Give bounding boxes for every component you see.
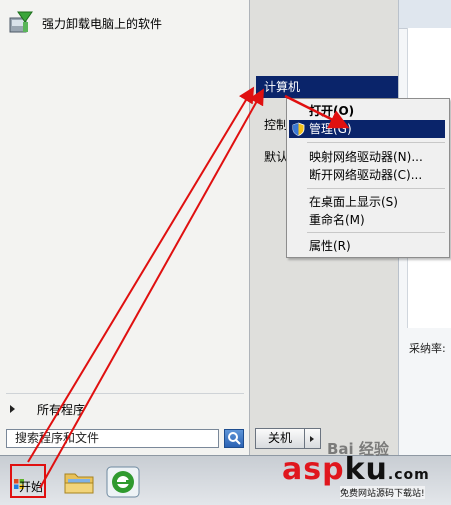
shutdown-button[interactable]: 关机 (255, 428, 305, 449)
menu-separator (307, 142, 445, 143)
menu-item-rename[interactable]: 重命名(M) (289, 211, 445, 229)
start-button-label: 开始 (19, 480, 44, 494)
search-input[interactable]: 搜索程序和文件 (6, 429, 219, 448)
menu-item-disconnect-network-drive[interactable]: 断开网络驱动器(C)... (289, 166, 445, 184)
taskbar-ie-button[interactable] (106, 466, 140, 498)
pinned-program-item[interactable]: 强力卸载电脑上的软件 (8, 8, 243, 38)
site-watermark: aspku.com (282, 452, 430, 487)
pinned-program-label: 强力卸载电脑上的软件 (42, 16, 163, 31)
internet-explorer-icon (106, 466, 140, 498)
uninstaller-icon (8, 10, 34, 36)
shutdown-options-button[interactable] (305, 428, 321, 449)
menu-item-manage[interactable]: 管理(G) (289, 120, 445, 138)
watermark-black: ku (344, 452, 388, 487)
all-programs-label: 所有程序 (37, 402, 86, 417)
search-icon (228, 432, 241, 445)
sample-rate-label: 采纳率: (409, 342, 446, 355)
shield-icon (292, 122, 305, 136)
context-menu: 打开(O) 管理(G) 映射网络驱动器(N)... 断开网络驱动器(C)... … (286, 98, 450, 258)
menu-item-map-network-drive[interactable]: 映射网络驱动器(N)... (289, 148, 445, 166)
taskbar-explorer-button[interactable] (62, 468, 96, 496)
watermark-red: asp (282, 452, 345, 487)
menu-item-manage-label: 管理(G) (309, 122, 352, 136)
folder-icon (64, 473, 94, 494)
start-button[interactable]: 开始 (10, 464, 46, 498)
all-programs-item[interactable]: 所有程序 (6, 400, 242, 418)
background-window-header (399, 0, 451, 29)
start-item-computer[interactable]: 计算机 (256, 76, 398, 98)
search-button[interactable] (224, 429, 244, 448)
chevron-right-icon (10, 405, 15, 413)
start-menu-left-pane: 强力卸载电脑上的软件 所有程序 搜索程序和文件 (0, 0, 250, 455)
menu-item-open[interactable]: 打开(O) (289, 102, 445, 120)
menu-separator (307, 232, 445, 233)
menu-item-properties[interactable]: 属性(R) (289, 237, 445, 255)
menu-separator (307, 188, 445, 189)
watermark-subtitle: 免费网站源码下载站! (340, 486, 425, 499)
watermark-suffix: .com (387, 467, 430, 483)
menu-item-show-on-desktop[interactable]: 在桌面上显示(S) (289, 193, 445, 211)
all-programs-divider (6, 393, 244, 394)
